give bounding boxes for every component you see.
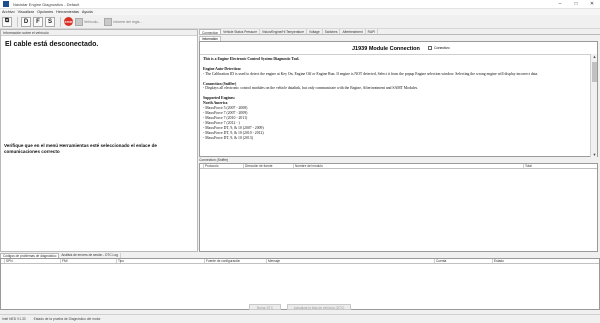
refresh-dtc-button[interactable]: Actualizar la lista de vehículo (DTC) (287, 304, 351, 310)
separator (17, 16, 18, 27)
tab-vehicle-status[interactable]: Vehicle Status Pressure (221, 29, 260, 34)
menu-file[interactable]: Archivo (2, 10, 15, 14)
col-config-source[interactable]: Fuente de configuración (205, 259, 267, 263)
dtc-button-row: Borrar DTC Actualizar la lista de vehícu… (0, 304, 600, 312)
col-total[interactable]: Total (524, 164, 597, 168)
info-scrollbar[interactable]: ▲ ▼ (590, 54, 597, 157)
report-button-label[interactable]: Informe del regis... (113, 20, 142, 24)
menu-options[interactable]: Opciones (37, 10, 53, 14)
scroll-thumb[interactable] (592, 62, 597, 82)
scroll-up-icon[interactable]: ▲ (592, 54, 597, 59)
maximize-icon[interactable]: □ (568, 0, 584, 9)
title-bar: Navistar Engine Diagnostics - Default – … (0, 0, 600, 9)
connection-sniffer-label: Connection (Sniffer) (199, 158, 229, 162)
connect-checkbox[interactable] (428, 46, 432, 50)
connection-table: Protocolo Dirección de fuente Nombre del… (199, 163, 598, 252)
main-tab-panel: Connection Vehicle Status Pressure Visio… (199, 29, 600, 252)
connect-icon[interactable]: ⧉ (2, 16, 12, 27)
connection-table-header: Protocolo Dirección de fuente Nombre del… (200, 164, 597, 169)
main-tabs: Connection Vehicle Status Pressure Visio… (199, 29, 600, 35)
status-version: Intel NED V1.33 (2, 317, 26, 321)
info-line: - MaxxForce DT, 9, & 10 (2013) (203, 135, 253, 140)
tab-voltage[interactable]: Voltage (307, 29, 323, 34)
info-line: - The Calibration ID is used to detect t… (203, 71, 539, 76)
tab-connection[interactable]: Connection (199, 29, 222, 35)
col-status[interactable]: Estado (493, 259, 599, 263)
tab-aftertreatment[interactable]: Aftertreatment (340, 29, 366, 34)
vehicle-info-panel: Información sobre el vehículo El cable e… (0, 29, 198, 252)
col-message[interactable]: Mensaje (267, 259, 435, 263)
status-test-state: Estado de la prueba de Diagnóstico del m… (33, 317, 101, 321)
app-icon (3, 1, 9, 7)
col-spn[interactable]: SPN (5, 259, 61, 263)
minimize-icon[interactable]: – (552, 0, 568, 9)
col-type[interactable]: Tipo (117, 259, 205, 263)
vehicle-info-header: Información sobre el vehículo (1, 30, 197, 36)
dtc-table-header: SPN FMI Tipo Fuente de configuración Men… (1, 259, 599, 264)
col-source-address[interactable]: Dirección de fuente (244, 164, 294, 168)
dtc-table: SPN FMI Tipo Fuente de configuración Men… (0, 258, 600, 310)
dtc-panel: Códigos de problemas de diagnóstico Anál… (0, 253, 600, 310)
report-icon[interactable] (104, 17, 113, 26)
scroll-down-icon[interactable]: ▼ (592, 152, 597, 157)
menu-tools[interactable]: Herramientas (56, 10, 79, 14)
window-title: Navistar Engine Diagnostics - Default (13, 1, 80, 7)
col-module-name[interactable]: Nombre del módulo (294, 164, 524, 168)
toolbar: ⧉ D F S STOP Vehículo... Informe del reg… (0, 15, 600, 29)
close-icon[interactable]: ✕ (584, 0, 600, 9)
module-connection-title: J1939 Module Connection (352, 46, 420, 52)
info-text: This is a Engine Electronic Control Syst… (203, 57, 589, 140)
info-document: This is a Engine Electronic Control Syst… (200, 54, 591, 157)
tab-switches[interactable]: Switches (323, 29, 341, 34)
vehicle-icon[interactable] (75, 17, 83, 26)
stop-icon[interactable]: STOP (64, 17, 73, 26)
menu-help[interactable]: Ayuda (82, 10, 93, 14)
vehicle-button-label[interactable]: Vehículo... (84, 20, 100, 24)
clear-dtc-button[interactable]: Borrar DTC (249, 304, 281, 310)
toolbar-d-button[interactable]: D (21, 16, 31, 27)
information-box: J1939 Module Connection Conectivo This i… (199, 41, 598, 157)
col-protocol[interactable]: Protocolo (204, 164, 244, 168)
tab-temperature[interactable]: Vision/Engine/Hi Temperature (260, 29, 308, 34)
connect-checkbox-label: Conectivo (434, 46, 450, 50)
separator (60, 16, 61, 27)
col-count[interactable]: Cuenta (435, 259, 493, 263)
col-fmi[interactable]: FMI (61, 259, 117, 263)
cable-status-title: El cable está desconectado. (5, 41, 99, 48)
cable-status-message: Verifique que en el menú Herramientas es… (4, 143, 157, 154)
tab-rapi[interactable]: RAPI (366, 29, 379, 34)
status-bar: Intel NED V1.33 Estado de la prueba de D… (0, 314, 600, 323)
toolbar-s-button[interactable]: S (45, 16, 55, 27)
menu-view[interactable]: Visualizar (18, 10, 34, 14)
toolbar-f-button[interactable]: F (33, 16, 43, 27)
